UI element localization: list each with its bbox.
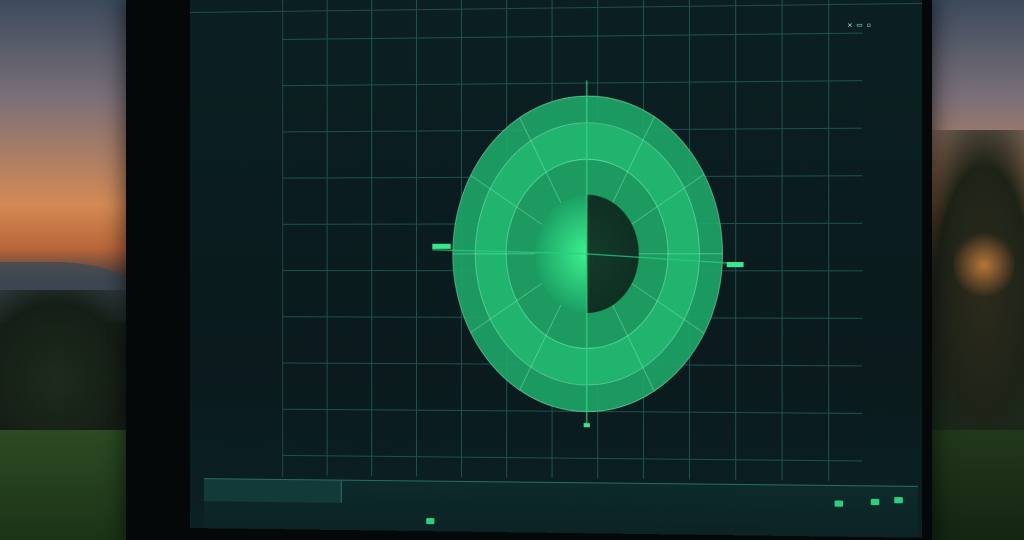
left-panel-item[interactable] <box>206 192 282 208</box>
right-panel-item <box>841 160 905 173</box>
bottom-tab[interactable] <box>203 479 342 503</box>
left-panel-item[interactable] <box>206 316 282 332</box>
left-panel <box>205 4 284 478</box>
left-panel-item[interactable] <box>206 5 282 21</box>
monitor-bezel: ✕▭▫ <box>126 0 932 540</box>
status-led <box>870 498 880 506</box>
left-panel-item[interactable] <box>206 285 282 301</box>
background-grass <box>0 430 140 540</box>
left-panel-item[interactable] <box>206 129 282 145</box>
left-panel-item[interactable] <box>206 363 282 379</box>
background-grass-right <box>924 430 1024 540</box>
status-led <box>834 500 844 507</box>
left-panel-item[interactable] <box>206 176 282 192</box>
right-panel-item <box>841 337 905 350</box>
west-marker <box>420 243 451 249</box>
right-panel-item <box>841 374 905 387</box>
left-panel-item[interactable] <box>206 36 282 52</box>
right-panel-item <box>841 324 905 337</box>
east-marker <box>726 262 759 268</box>
right-panel-item <box>841 362 905 375</box>
close-icon[interactable]: ✕ <box>847 20 856 29</box>
left-panel-item[interactable] <box>206 83 282 99</box>
right-panel-item <box>841 249 905 262</box>
right-panel-item <box>841 97 905 110</box>
left-panel-item[interactable] <box>206 394 282 410</box>
sunset-glow <box>954 230 1014 300</box>
right-panel-item <box>841 425 905 438</box>
right-panel-item <box>841 412 905 425</box>
left-panel-item[interactable] <box>206 114 282 130</box>
right-panel-item <box>841 223 905 236</box>
right-panel-item <box>841 400 905 413</box>
right-panel <box>841 47 905 461</box>
left-panel-item[interactable] <box>206 238 282 254</box>
left-panel-item[interactable] <box>206 223 282 239</box>
right-panel-item <box>841 173 905 186</box>
right-panel-item <box>841 211 905 224</box>
left-panel-item[interactable] <box>206 67 282 83</box>
left-panel-item[interactable] <box>206 20 282 36</box>
left-panel-item[interactable] <box>206 440 282 456</box>
status-led <box>894 497 903 504</box>
left-panel-item[interactable] <box>206 254 282 270</box>
right-panel-item <box>841 148 905 161</box>
right-panel-item <box>841 72 905 85</box>
left-panel-item[interactable] <box>206 207 282 223</box>
background-left <box>0 0 140 540</box>
right-panel-item <box>841 312 905 325</box>
right-panel-item <box>841 274 905 287</box>
right-panel-item <box>841 387 905 400</box>
right-panel-item <box>841 198 905 211</box>
background-right <box>924 0 1024 540</box>
background-trees <box>0 290 140 440</box>
status-led <box>426 517 435 525</box>
left-panel-item[interactable] <box>206 301 282 317</box>
left-panel-item[interactable] <box>206 98 282 114</box>
left-panel-item[interactable] <box>206 425 282 441</box>
photo-scene: ✕▭▫ <box>0 0 1024 540</box>
right-panel-item <box>841 299 905 312</box>
left-panel-item[interactable] <box>206 52 282 68</box>
radar-display[interactable] <box>432 79 743 428</box>
monitor-screen: ✕▭▫ <box>190 0 923 538</box>
left-panel-item[interactable] <box>206 378 282 394</box>
right-panel-item <box>841 110 905 123</box>
right-panel-item <box>841 84 905 97</box>
left-panel-item[interactable] <box>206 409 282 425</box>
right-panel-item <box>841 286 905 299</box>
left-panel-item[interactable] <box>206 332 282 348</box>
right-panel-item <box>841 236 905 249</box>
bottom-bar <box>203 478 918 538</box>
right-panel-item <box>841 185 905 198</box>
left-panel-item[interactable] <box>206 270 282 286</box>
right-panel-item <box>841 261 905 274</box>
right-panel-item <box>841 349 905 362</box>
right-panel-item <box>841 122 905 135</box>
window-controls[interactable]: ✕▭▫ <box>847 20 875 30</box>
radar-svg <box>432 79 743 428</box>
left-panel-item[interactable] <box>206 347 282 363</box>
minimize-icon[interactable]: ▫ <box>866 20 875 29</box>
left-panel-item[interactable] <box>206 145 282 161</box>
right-panel-item <box>841 135 905 148</box>
right-panel-item <box>841 47 905 60</box>
left-panel-item[interactable] <box>206 161 282 177</box>
window-icon[interactable]: ▭ <box>857 20 866 29</box>
right-panel-item <box>841 59 905 72</box>
left-panel-item[interactable] <box>206 456 282 472</box>
